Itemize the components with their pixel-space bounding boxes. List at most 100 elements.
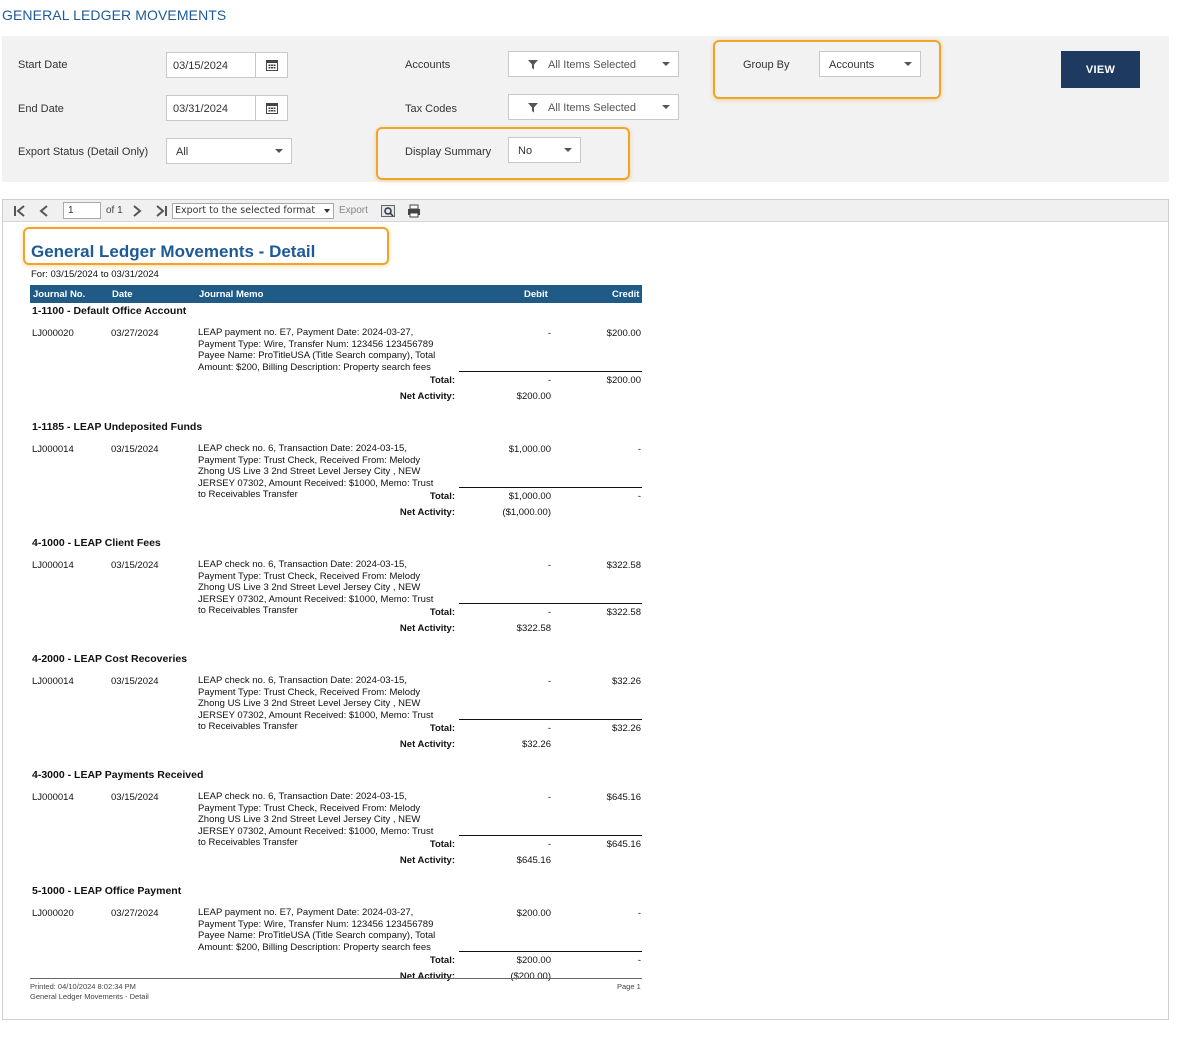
calendar-icon[interactable] (255, 96, 287, 120)
memo-line: Zhong US Live 3 2nd Street Level Jersey … (198, 582, 421, 594)
accounts-select[interactable]: All Items Selected (508, 51, 679, 77)
view-button[interactable]: VIEW (1061, 51, 1140, 88)
start-date-label: Start Date (18, 59, 68, 71)
total-debit: - (547, 723, 551, 734)
report-viewer: 1 of 1 Export to the selected format Exp… (2, 199, 1169, 1020)
credit-amount: $645.16 (606, 792, 641, 803)
journal-date: 03/15/2024 (111, 560, 159, 571)
debit-amount: - (547, 328, 551, 339)
credit-amount: $200.00 (606, 328, 641, 339)
account-heading: 4-3000 - LEAP Payments Received (32, 769, 204, 781)
report-page: General Ledger Movements - Detail For: 0… (3, 222, 663, 1019)
total-rule (459, 371, 642, 372)
display-summary-select[interactable]: No (508, 137, 581, 163)
search-icon[interactable] (380, 203, 396, 219)
total-label: Total: (429, 723, 455, 734)
caret-down-icon (564, 148, 572, 152)
memo-line: LEAP payment no. E7, Payment Date: 2024-… (198, 907, 414, 918)
display-summary-label: Display Summary (405, 146, 492, 158)
filter-panel: Start Date 03/15/2024 End Date 03/31/202… (2, 36, 1169, 182)
memo-line: LEAP check no. 6, Transaction Date: 2024… (198, 443, 407, 454)
report-date-range: For: 03/15/2024 to 03/31/2024 (31, 269, 159, 280)
memo-line: Payment Type: Wire, Transfer Num: 123456… (198, 918, 434, 930)
display-summary-value: No (518, 145, 533, 157)
journal-date: 03/15/2024 (111, 792, 159, 803)
total-label: Total: (429, 955, 455, 966)
filter-icon (528, 103, 538, 113)
end-date-field[interactable]: 03/31/2024 (166, 95, 288, 121)
total-debit: $1,000.00 (508, 491, 551, 502)
net-activity-label: Net Activity: (399, 971, 455, 982)
start-date-field[interactable]: 03/15/2024 (166, 52, 288, 78)
report-toolbar: 1 of 1 Export to the selected format Exp… (3, 200, 1168, 222)
print-icon[interactable] (406, 203, 422, 219)
filter-icon (528, 60, 538, 70)
start-date-value: 03/15/2024 (173, 60, 229, 72)
total-debit: $200.00 (516, 955, 551, 966)
journal-date: 03/27/2024 (111, 328, 159, 339)
journal-number: LJ000014 (32, 792, 74, 803)
credit-amount: - (637, 908, 641, 919)
col-credit: Credit (612, 289, 640, 300)
export-format-select[interactable]: Export to the selected format (172, 203, 334, 219)
report-table-header: Journal No. Date Journal Memo Debit Cred… (30, 285, 642, 303)
report-title: General Ledger Movements - Detail (31, 242, 316, 261)
total-rule (459, 719, 642, 720)
accounts-value: All Items Selected (548, 59, 637, 71)
tax-codes-select[interactable]: All Items Selected (508, 94, 679, 120)
net-activity-label: Net Activity: (399, 507, 455, 518)
journal-date: 03/15/2024 (111, 444, 159, 455)
account-heading: 1-1185 - LEAP Undeposited Funds (32, 421, 203, 433)
total-label: Total: (429, 375, 455, 386)
total-credit: $645.16 (606, 839, 641, 850)
end-date-value: 03/31/2024 (173, 103, 229, 115)
memo-line: JERSEY 07302, Amount Received: $1000, Me… (198, 593, 434, 605)
total-debit: - (547, 375, 551, 386)
net-activity-amount: $645.16 (516, 855, 551, 866)
total-debit: - (547, 607, 551, 618)
memo-line: Payment Type: Trust Check, Received From… (198, 802, 421, 814)
memo-line: Payee Name: ProTitleUSA (Title Search co… (198, 350, 436, 362)
journal-memo: LEAP payment no. E7, Payment Date: 2024-… (198, 327, 458, 373)
journal-date: 03/27/2024 (111, 908, 159, 919)
net-activity-amount: $200.00 (516, 391, 551, 402)
caret-down-icon (662, 105, 670, 109)
prev-page-icon[interactable] (37, 203, 51, 219)
total-credit: $200.00 (606, 375, 641, 386)
first-page-icon[interactable] (12, 203, 28, 219)
net-activity-label: Net Activity: (399, 739, 455, 750)
net-activity-amount: $322.58 (516, 623, 551, 634)
memo-line: LEAP check no. 6, Transaction Date: 2024… (198, 791, 407, 802)
next-page-icon[interactable] (130, 203, 144, 219)
total-debit: - (547, 839, 551, 850)
net-activity-amount: ($1,000.00) (502, 507, 551, 518)
memo-line: LEAP check no. 6, Transaction Date: 2024… (198, 559, 407, 570)
export-format-value: Export to the selected format (175, 205, 316, 216)
footer-divider (30, 978, 642, 979)
memo-line: JERSEY 07302, Amount Received: $1000, Me… (198, 477, 434, 489)
export-status-select[interactable]: All (166, 138, 292, 164)
total-label: Total: (429, 607, 455, 618)
credit-amount: - (637, 444, 641, 455)
group-by-select[interactable]: Accounts (819, 51, 921, 77)
total-label: Total: (429, 491, 455, 502)
export-link[interactable]: Export (339, 205, 368, 216)
memo-line: Payment Type: Trust Check, Received From… (198, 454, 421, 466)
export-status-value: All (176, 146, 189, 158)
journal-memo: LEAP payment no. E7, Payment Date: 2024-… (198, 907, 458, 953)
account-heading: 5-1000 - LEAP Office Payment (32, 885, 182, 897)
journal-date: 03/15/2024 (111, 676, 159, 687)
calendar-icon[interactable] (255, 53, 287, 77)
memo-line: Payment Type: Trust Check, Received From… (198, 570, 421, 582)
memo-line: JERSEY 07302, Amount Received: $1000, Me… (198, 709, 434, 721)
page-number-input[interactable]: 1 (63, 202, 101, 219)
footer-printed: Printed: 04/10/2024 8:02:34 PM (30, 982, 136, 991)
col-date: Date (112, 289, 133, 300)
col-debit: Debit (524, 289, 548, 300)
total-credit: - (637, 491, 641, 502)
last-page-icon[interactable] (153, 203, 169, 219)
debit-amount: $200.00 (516, 908, 551, 919)
credit-amount: $32.26 (611, 676, 641, 687)
memo-line: Zhong US Live 3 2nd Street Level Jersey … (198, 698, 421, 710)
caret-down-icon (904, 62, 912, 66)
